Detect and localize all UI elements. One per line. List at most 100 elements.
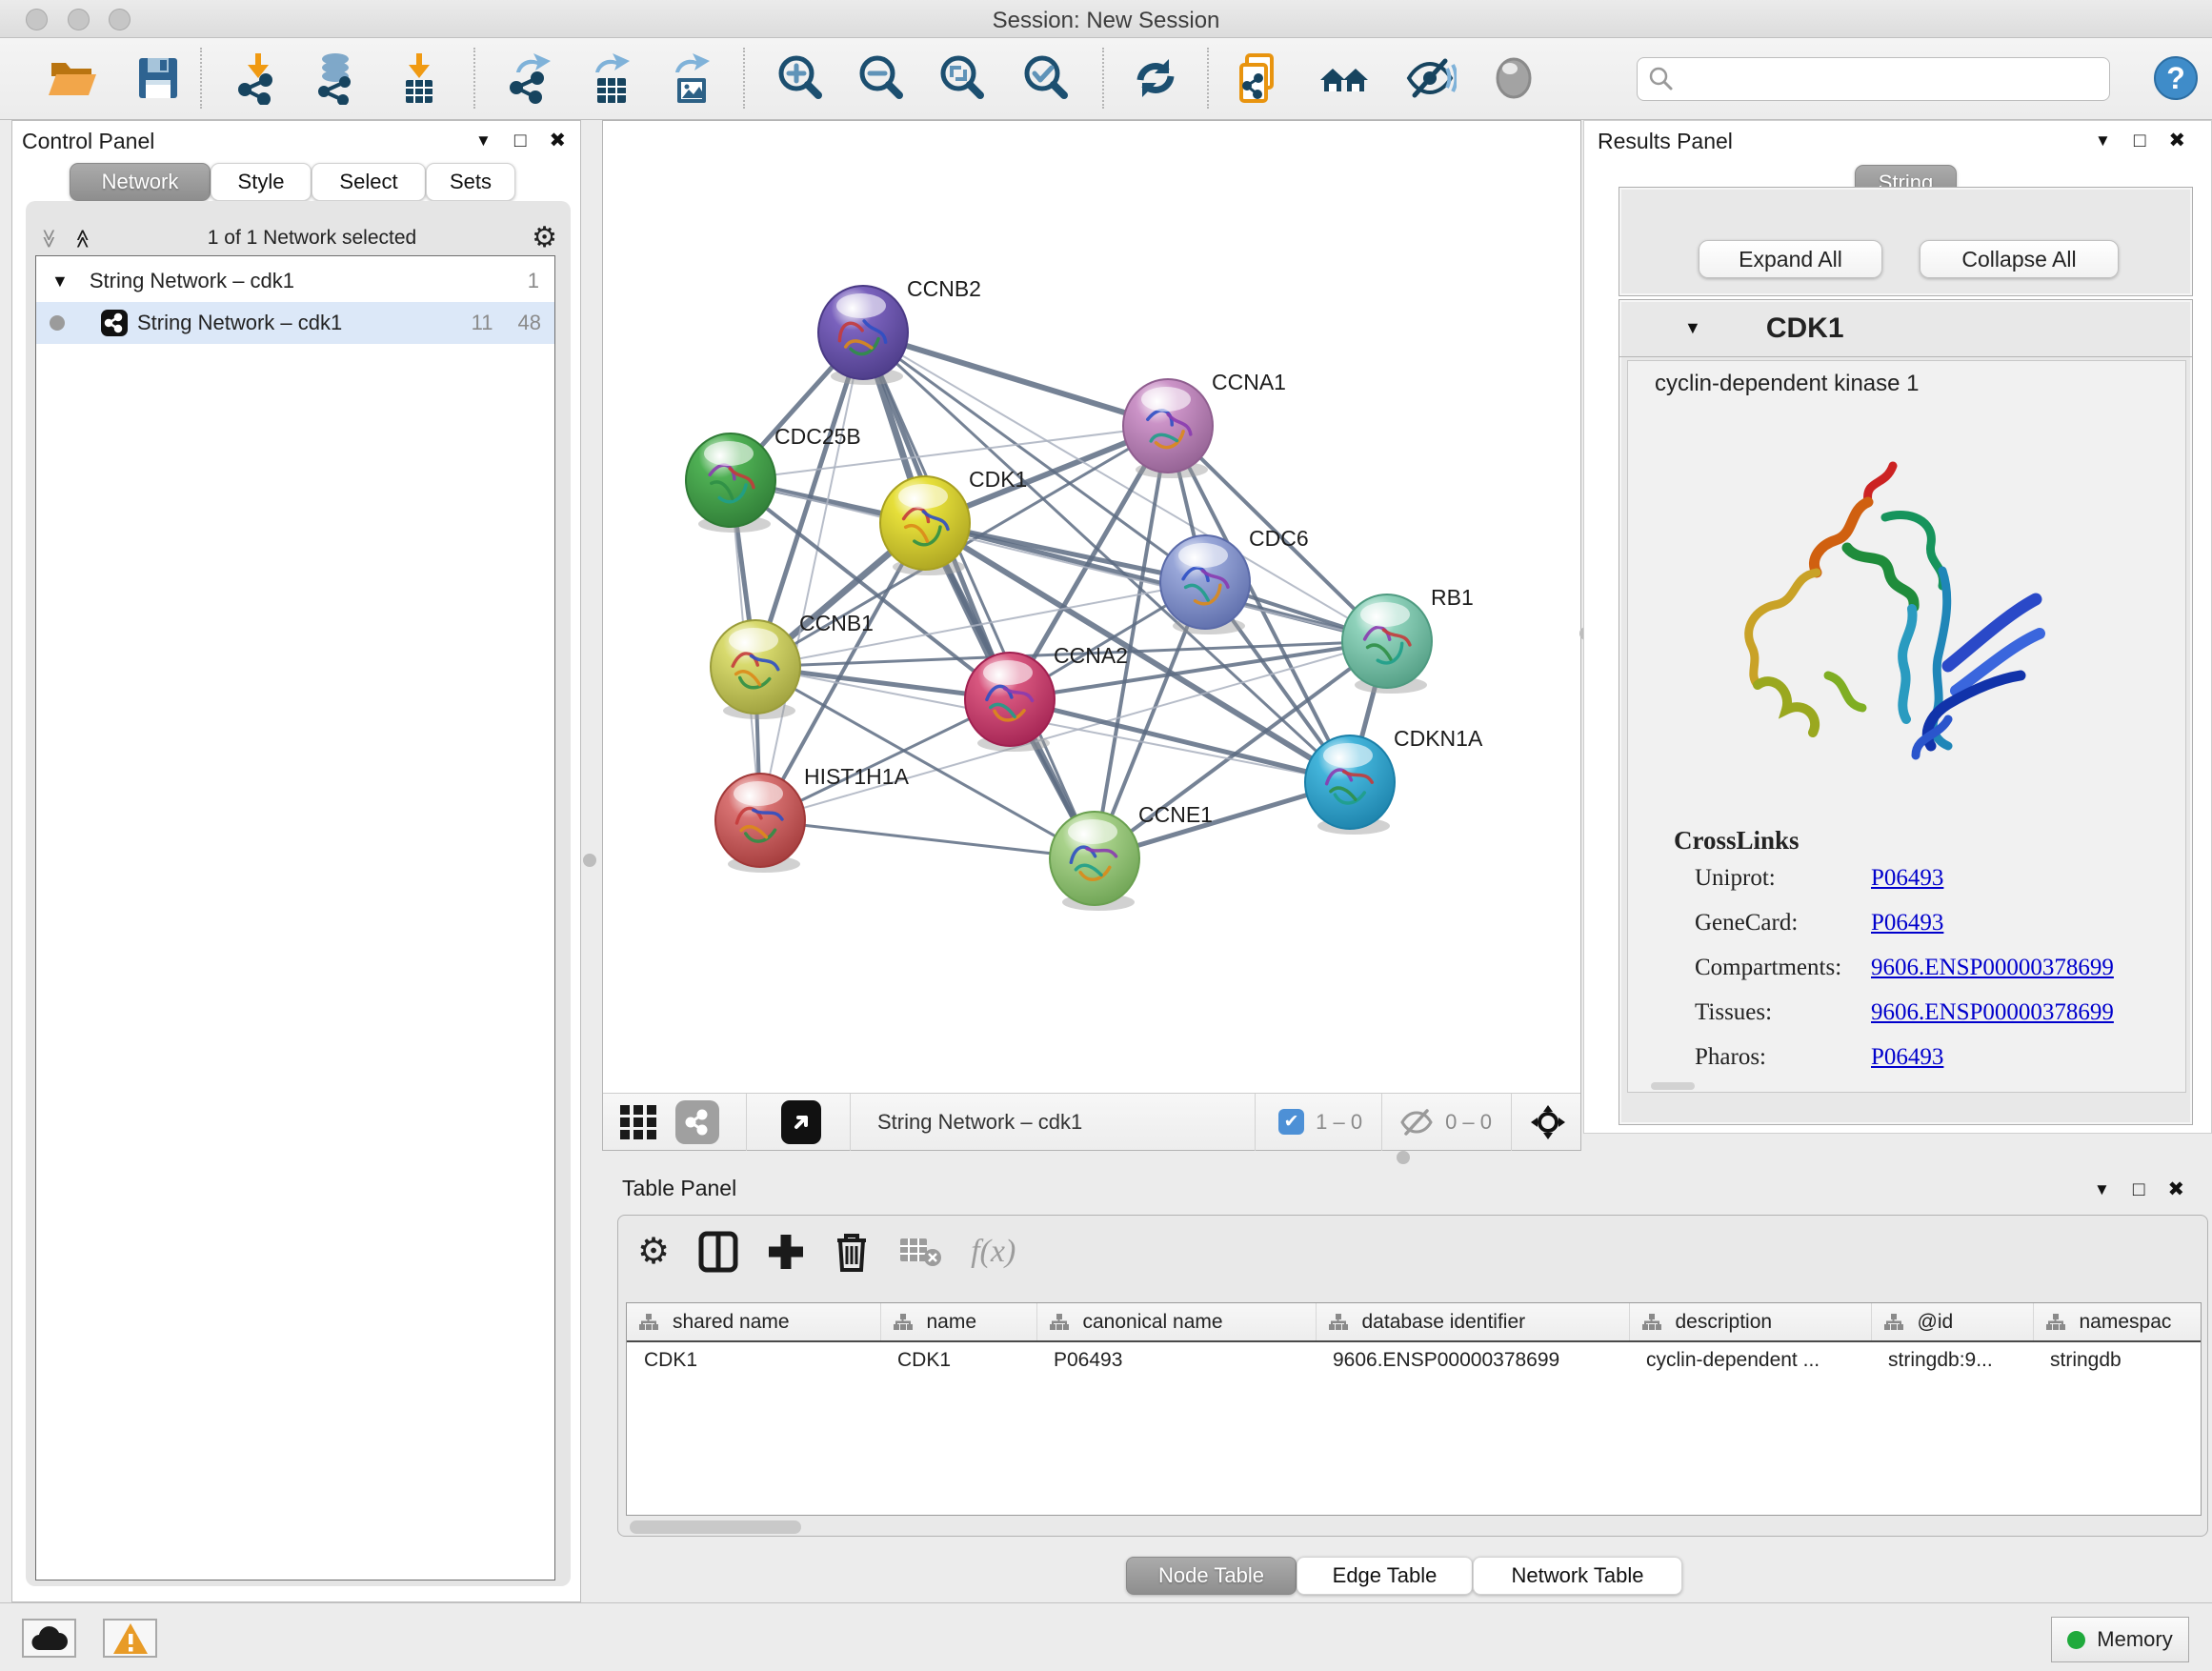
network-selection-status: 1 of 1 Network selected (92, 227, 532, 250)
close-panel-icon[interactable]: ✖ (2168, 1179, 2185, 1199)
collapse-all-button[interactable]: Collapse All (1920, 240, 2119, 278)
copy-network-button[interactable] (1232, 50, 1289, 107)
zoom-out-button[interactable] (853, 50, 910, 107)
column-header-shared-name[interactable]: shared name (627, 1303, 880, 1341)
show-columns-icon[interactable] (698, 1231, 738, 1273)
help-button[interactable]: ? (2147, 50, 2204, 107)
grid-view-icon[interactable] (618, 1101, 660, 1143)
tree-expand-icon[interactable]: ▼ (51, 272, 69, 292)
network-collection-row[interactable]: ▼ String Network – cdk1 1 (36, 266, 554, 296)
table-cell[interactable]: CDK1 (627, 1341, 880, 1378)
network-tree: ▼ String Network – cdk1 1 String Network… (35, 255, 555, 1580)
float-panel-icon[interactable]: □ (514, 131, 527, 151)
network-node-ccna2[interactable]: CCNA2 (965, 643, 1128, 752)
network-node-cdc25b[interactable]: CDC25B (686, 424, 861, 533)
hide-panel-button[interactable] (1401, 50, 1458, 107)
tab-select[interactable]: Select (312, 163, 426, 201)
search-input[interactable] (1676, 68, 2085, 91)
apply-layout-button[interactable] (1127, 50, 1184, 107)
crosslink-link[interactable]: P06493 (1871, 1044, 1943, 1070)
expand-all-networks-icon[interactable]: ≫ (70, 229, 94, 249)
zoom-selected-button[interactable] (1017, 50, 1075, 107)
tab-edge-table[interactable]: Edge Table (1297, 1557, 1473, 1595)
collapse-panel-icon[interactable]: ▼ (475, 132, 492, 149)
collapse-panel-icon[interactable]: ▼ (2095, 132, 2111, 149)
import-network-from-database-button[interactable] (307, 50, 364, 107)
collapse-panel-icon[interactable]: ▼ (2094, 1181, 2110, 1198)
crosslink-link[interactable]: 9606.ENSP00000378699 (1871, 999, 2114, 1025)
network-node-ccne1[interactable]: CCNE1 (1050, 802, 1213, 911)
table-cell[interactable]: P06493 (1036, 1341, 1316, 1378)
table-horizontal-scrollbar[interactable] (630, 1520, 801, 1534)
network-node-rb1[interactable]: RB1 (1342, 585, 1474, 694)
crosslink-link[interactable]: P06493 (1871, 910, 1943, 936)
expand-all-button[interactable]: Expand All (1699, 240, 1882, 278)
column-header-canonical-name[interactable]: canonical name (1036, 1303, 1316, 1341)
float-panel-icon[interactable]: □ (2134, 131, 2146, 151)
table-cell[interactable]: stringdb (2033, 1341, 2202, 1378)
zoom-fit-button[interactable] (934, 50, 991, 107)
delete-column-trash-icon[interactable] (834, 1231, 870, 1273)
network-node-cdc6[interactable]: CDC6 (1160, 526, 1309, 634)
add-column-icon[interactable] (767, 1233, 805, 1271)
details-scrollbar[interactable] (1651, 1082, 1695, 1090)
collapse-all-networks-icon[interactable]: ≫ (37, 229, 61, 249)
horizontal-splitter-handle[interactable] (1397, 1151, 1410, 1164)
network-node-cdkn1a[interactable]: CDKN1A (1305, 726, 1483, 835)
save-session-button[interactable] (130, 50, 187, 107)
show-panel-button[interactable] (1485, 50, 1542, 107)
export-table-icon (586, 51, 639, 105)
network-node-hist1h1a[interactable]: HIST1H1A (715, 764, 910, 873)
tab-network-table[interactable]: Network Table (1473, 1557, 1682, 1595)
left-splitter-handle[interactable] (583, 854, 596, 867)
homes-button[interactable] (1316, 50, 1373, 107)
import-table-button[interactable] (391, 50, 448, 107)
table-cell[interactable]: CDK1 (880, 1341, 1036, 1378)
delete-table-icon[interactable] (898, 1235, 942, 1269)
network-edge[interactable] (760, 332, 863, 820)
table-cell[interactable]: cyclin-dependent ... (1629, 1341, 1871, 1378)
import-network-button[interactable] (230, 50, 287, 107)
tab-sets[interactable]: Sets (426, 163, 515, 201)
network-node-ccnb1[interactable]: CCNB1 (711, 611, 874, 719)
export-image-button[interactable] (664, 50, 721, 107)
network-edge[interactable] (760, 820, 1095, 858)
network-options-gear-icon[interactable]: ⚙ (532, 224, 557, 252)
table-options-gear-icon[interactable]: ⚙ (637, 1234, 670, 1270)
float-panel-icon[interactable]: □ (2133, 1179, 2145, 1199)
table-cell[interactable]: stringdb:9... (1871, 1341, 2033, 1378)
network-node-ccnb2[interactable]: CCNB2 (818, 276, 981, 385)
tab-node-table[interactable]: Node Table (1126, 1557, 1297, 1595)
column-header-name[interactable]: name (880, 1303, 1036, 1341)
zoom-in-button[interactable] (772, 50, 829, 107)
table-row[interactable]: CDK1CDK1P064939606.ENSP00000378699cyclin… (627, 1341, 2202, 1378)
tab-network[interactable]: Network (70, 163, 211, 201)
network-edge[interactable] (863, 332, 1168, 426)
export-table-button[interactable] (584, 50, 641, 107)
function-builder-button[interactable]: f(x) (971, 1234, 1016, 1270)
crosslink-link[interactable]: 9606.ENSP00000378699 (1871, 955, 2114, 980)
column-header-namespac[interactable]: namespac (2033, 1303, 2202, 1341)
pan-crosshair-icon[interactable] (1529, 1103, 1567, 1141)
network-row-selected[interactable]: String Network – cdk1 11 48 (36, 302, 554, 344)
share-view-button[interactable] (675, 1100, 719, 1144)
selected-checkbox-icon[interactable]: ✔ (1278, 1109, 1304, 1135)
table-cell[interactable]: 9606.ENSP00000378699 (1316, 1341, 1629, 1378)
open-session-button[interactable] (43, 50, 100, 107)
export-network-button[interactable] (503, 50, 560, 107)
tab-style[interactable]: Style (211, 163, 312, 201)
network-canvas[interactable]: CCNB2CCNA1CDC25BCDK1CDC6RB1CCNB1CCNA2CDK… (603, 121, 1580, 1093)
close-panel-icon[interactable]: ✖ (2169, 131, 2186, 151)
crosslink-link[interactable]: P06493 (1871, 865, 1943, 891)
column-header--id[interactable]: @id (1871, 1303, 2033, 1341)
column-header-database-identifier[interactable]: database identifier (1316, 1303, 1629, 1341)
gene-expand-icon[interactable]: ▼ (1684, 318, 1701, 338)
close-panel-icon[interactable]: ✖ (550, 131, 567, 151)
node-label-ccnb1: CCNB1 (799, 611, 874, 635)
import-table-icon (392, 51, 446, 105)
memory-button[interactable]: Memory (2051, 1617, 2189, 1662)
birds-eye-view-button[interactable] (781, 1100, 821, 1144)
cloud-status-button[interactable] (22, 1619, 76, 1658)
column-header-description[interactable]: description (1629, 1303, 1871, 1341)
warnings-button[interactable] (103, 1619, 157, 1658)
